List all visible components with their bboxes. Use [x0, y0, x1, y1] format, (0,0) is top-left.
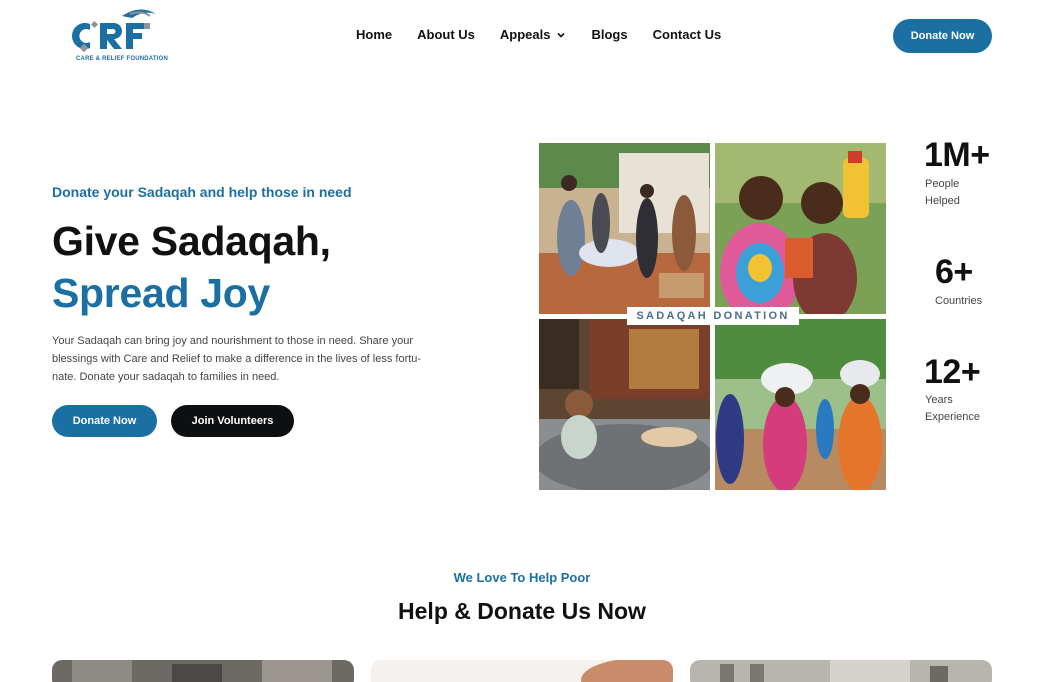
nav-item-label: Contact Us	[652, 27, 722, 42]
header-donate-button[interactable]: Donate Now	[893, 19, 992, 53]
nav-item-blogs[interactable]: Blogs	[591, 27, 627, 42]
stat-label-line: Experience	[925, 411, 981, 423]
section-title: Help & Donate Us Now	[398, 598, 646, 624]
photo-child-shelter	[539, 319, 710, 490]
stat-people-helped-label: People Helped	[925, 176, 960, 210]
nav-item-label: Blogs	[591, 27, 628, 42]
hero-title-line1: Give Sadaqah,	[52, 218, 331, 264]
stat-label-line: Years	[925, 394, 953, 406]
hero-eyebrow: Donate your Sadaqah and help those in ne…	[52, 184, 352, 200]
section-eyebrow: We Love To Help Poor	[453, 570, 591, 585]
main-nav: Home About Us Appeals Blogs Contact Us	[356, 27, 721, 42]
appeal-card[interactable]	[690, 660, 992, 682]
nav-item-label: About Us	[417, 27, 475, 42]
stat-people-helped-value: 1M+	[924, 136, 990, 174]
photo-women-carrying-aid	[715, 319, 886, 490]
logo-tagline: CARE & RELIEF FOUNDATION	[76, 56, 169, 62]
join-volunteers-button[interactable]: Join Volunteers	[171, 405, 294, 437]
stat-years-value: 12+	[924, 353, 981, 391]
nav-item-label: Home	[356, 27, 393, 42]
stat-label-line: Helped	[925, 195, 960, 207]
crf-logo[interactable]: CARE & RELIEF FOUNDATION	[70, 6, 168, 66]
site-header: CARE & RELIEF FOUNDATION Home About Us A…	[0, 0, 1044, 80]
photo-aid-distribution	[539, 143, 710, 314]
stat-years-label: Years Experience	[925, 392, 980, 426]
nav-item-about-us[interactable]: About Us	[417, 27, 475, 42]
stat-label-line: Countries	[935, 295, 983, 307]
collage-caption: SADAQAH DONATION	[627, 307, 799, 325]
nav-item-contact-us[interactable]: Contact Us	[653, 27, 722, 42]
photo-children-smiling	[715, 143, 886, 314]
appeal-card-image	[52, 660, 354, 682]
appeal-card-image	[690, 660, 992, 682]
nav-item-appeals[interactable]: Appeals	[500, 27, 567, 42]
nav-item-home[interactable]: Home	[356, 27, 392, 42]
hero-title-line2: Spread Joy	[52, 270, 271, 316]
chevron-down-icon	[557, 32, 566, 38]
appeal-card[interactable]	[371, 660, 673, 682]
appeal-card[interactable]	[52, 660, 354, 682]
appeal-card-image	[371, 660, 673, 682]
stat-countries-label: Countries	[935, 293, 982, 310]
stat-label-line: People	[925, 178, 960, 190]
logo-mark-icon	[72, 9, 156, 53]
nav-item-label: Appeals	[499, 27, 551, 42]
donate-now-button[interactable]: Donate Now	[52, 405, 157, 437]
hero-photo-collage: SADAQAH DONATION	[539, 143, 886, 490]
hero-description: Your Sadaqah can bring joy and nourishme…	[52, 335, 422, 383]
stat-countries-value: 6+	[935, 253, 973, 291]
